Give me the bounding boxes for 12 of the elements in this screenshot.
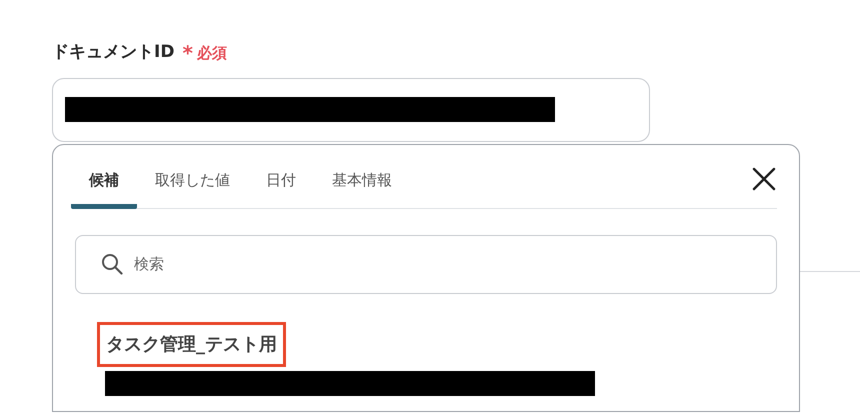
tab[interactable]: 日付 [248,169,314,208]
tab[interactable]: 取得した値 [137,169,248,208]
search-icon [101,252,123,274]
tab[interactable]: 基本情報 [314,169,410,208]
tab[interactable]: 候補 [71,169,137,208]
required-mark: * [182,42,193,63]
item-title[interactable]: タスク管理_テスト用 [97,322,286,366]
document-id-field[interactable] [52,78,650,142]
required-text: 必須 [196,42,227,64]
search-field[interactable]: 検索 [75,234,777,294]
close-icon[interactable] [751,166,777,192]
field-label: ドキュメントID [52,41,174,64]
